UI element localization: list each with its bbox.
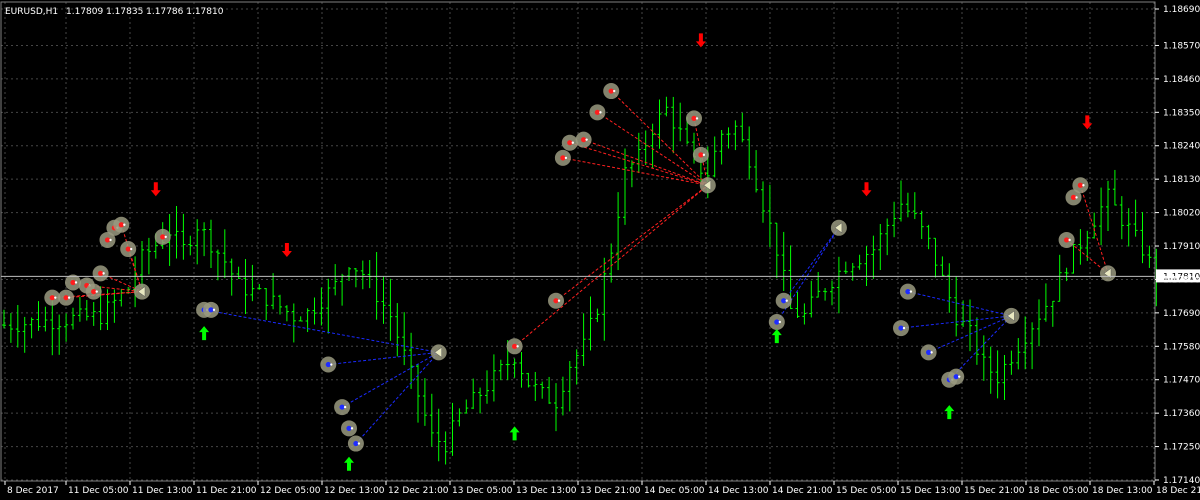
x-tick-label: 8 Dec 2017 [7,486,59,496]
marker-highlight-dot [102,272,105,275]
buy-trade-link [355,352,440,444]
arrow-up-icon [509,426,520,441]
marker-highlight-dot [778,320,781,324]
marker-highlight-dot [571,141,574,144]
marker-highlight-dot [599,111,602,114]
y-tick-label: 1.18460 [1163,75,1200,85]
arrow-down-icon [281,243,292,258]
marker-highlight-dot [564,156,568,160]
y-tick-label: 1.18690 [1163,5,1200,15]
symbol-label: EURUSD,H1 [5,7,58,17]
x-tick-label: 15 Dec 13:00 [900,486,961,496]
price-chart[interactable]: 1.17810 1.186901.185701.184601.183501.18… [0,0,1200,500]
time-axis: 8 Dec 2017 11 Dec 05:00 11 Dec 13:00 11 Dec… [4,481,1200,496]
price-axis: 1.18690 1.18570 1.18460 1.18350 1.18240 1.181… [1155,5,1200,486]
candle-series [2,96,1159,465]
sell-trade-link [562,157,708,186]
marker-highlight-dot [74,281,78,284]
x-tick-label: 13 Dec 05:00 [452,486,513,496]
marker-highlight-dot [613,89,616,93]
x-tick-label: 14 Dec 21:00 [772,486,833,496]
signal-arrows [150,33,1093,471]
chart-grid [0,1,1156,482]
marker-highlight-dot [330,363,333,366]
marker-highlight-dot [695,117,699,120]
marker-highlight-dot [930,351,933,354]
x-tick-label: 18 Dec 13:00 [1092,486,1153,496]
sell-trade-link [120,224,143,292]
arrow-up-icon [771,329,782,344]
x-tick-label: 12 Dec 21:00 [388,486,449,496]
marker-highlight-dot [516,345,519,348]
y-tick-label: 1.17140 [1163,476,1200,486]
marker-highlight-dot [1068,238,1071,242]
marker-highlight-dot [557,299,561,302]
y-tick-label: 1.17690 [1163,309,1200,319]
marker-highlight-dot [357,442,361,445]
x-tick-label: 18 Dec 21:00 [1156,486,1200,496]
ohlc-label: 1.17809 1.17835 1.17786 1.17810 [66,7,224,17]
arrow-down-icon [150,182,161,197]
x-tick-label: 18 Dec 05:00 [1028,486,1089,496]
arrow-up-icon [344,456,354,471]
x-tick-label: 15 Dec 05:00 [836,486,897,496]
marker-highlight-dot [958,375,961,378]
x-tick-label: 14 Dec 05:00 [644,486,705,496]
y-tick-label: 1.18130 [1163,175,1200,185]
marker-highlight-dot [123,223,126,226]
chart-window[interactable]: 1.17810 1.18690 1.18570 1.18460 1.18350 1.18… [0,0,1200,500]
x-tick-label: 15 Dec 21:00 [964,486,1025,496]
marker-highlight-dot [212,308,216,312]
arrow-down-icon [861,182,872,197]
y-tick-label: 1.18240 [1163,142,1200,152]
marker-highlight-dot [702,153,706,157]
marker-highlight-dot [164,235,167,239]
x-tick-label: 11 Dec 21:00 [196,486,257,496]
marker-highlight-dot [343,405,347,409]
y-tick-label: 1.17360 [1163,409,1200,419]
marker-highlight-dot [1082,184,1085,187]
marker-highlight-dot [585,138,588,141]
marker-highlight-dot [54,296,57,299]
sell-trade-link [1079,185,1109,274]
buy-trade-link [328,351,439,366]
marker-highlight-dot [902,326,906,330]
sell-trade-link [555,184,709,302]
x-tick-label: 14 Dec 13:00 [708,486,769,496]
marker-highlight-dot [67,296,71,299]
current-price-line: 1.17810 [1,269,1200,283]
arrow-up-icon [944,405,955,420]
marker-highlight-dot [909,290,913,293]
x-tick-label: 13 Dec 21:00 [580,486,641,496]
x-tick-label: 11 Dec 05:00 [68,486,129,496]
y-tick-label: 1.18350 [1163,108,1200,118]
marker-highlight-dot [130,247,133,251]
arrow-down-icon [1082,115,1093,130]
buy-trade-link [907,291,1012,317]
marker-highlight-dot [95,290,98,293]
sell-trade-link [514,184,709,347]
y-tick-label: 1.18570 [1163,41,1200,51]
x-tick-label: 13 Dec 13:00 [516,486,577,496]
x-tick-label: 11 Dec 13:00 [132,486,193,496]
y-tick-label: 1.17910 [1163,242,1200,252]
y-tick-label: 1.17250 [1163,443,1200,453]
marker-highlight-dot [350,427,354,430]
trade-markers [44,83,1116,452]
arrow-up-icon [199,326,210,341]
marker-highlight-dot [109,238,112,242]
y-tick-label: 1.17580 [1163,342,1200,352]
y-tick-label: 1.17470 [1163,376,1200,386]
y-tick-label: 1.17800 [1163,275,1200,285]
x-tick-label: 12 Dec 05:00 [260,486,321,496]
marker-highlight-dot [785,299,788,302]
x-tick-label: 12 Dec 13:00 [324,486,385,496]
y-tick-label: 1.18020 [1163,209,1200,219]
marker-highlight-dot [1075,196,1078,199]
